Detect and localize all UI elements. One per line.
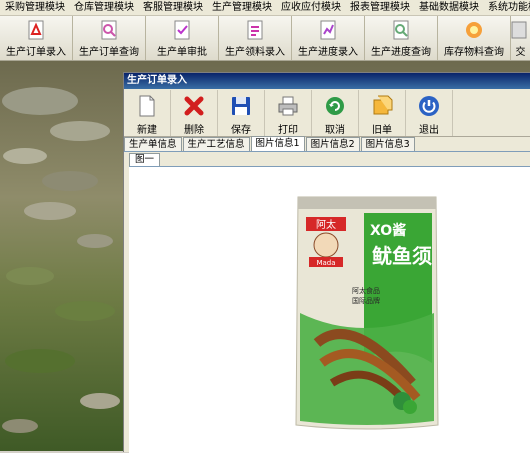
brand-name-en: Mada bbox=[316, 259, 335, 267]
tab-picture-3[interactable]: 图片信息3 bbox=[361, 137, 415, 151]
approve-doc-icon bbox=[171, 19, 193, 41]
floppy-disk-icon bbox=[229, 94, 253, 118]
pdf-doc-icon bbox=[25, 19, 47, 41]
product-side-text-1: 阿太食品 bbox=[352, 286, 380, 295]
menu-reports[interactable]: 报表管理模块 bbox=[345, 0, 414, 15]
doc-search-icon bbox=[98, 19, 120, 41]
material-requisition-button[interactable]: 生产领料录入 bbox=[219, 16, 292, 60]
stock-search-icon bbox=[463, 19, 485, 41]
menu-basic-data[interactable]: 基础数据模块 bbox=[414, 0, 483, 15]
subtab-picture-one[interactable]: 图一 bbox=[129, 153, 160, 166]
partial-icon bbox=[510, 19, 530, 41]
cancel-undo-icon bbox=[323, 94, 347, 118]
menu-customer-service[interactable]: 客服管理模块 bbox=[138, 0, 207, 15]
delete-x-icon bbox=[182, 94, 206, 118]
menu-purchase[interactable]: 采购管理模块 bbox=[0, 0, 69, 15]
progress-query-button[interactable]: 生产进度查询 bbox=[365, 16, 438, 60]
tab-process-info[interactable]: 生产工艺信息 bbox=[183, 137, 250, 151]
product-title-top: XO酱 bbox=[370, 222, 406, 239]
new-doc-icon bbox=[135, 94, 159, 118]
exit-button[interactable]: 退出 bbox=[406, 90, 453, 136]
picture-canvas: 阿太 Mada XO酱 鱿鱼须 阿太食品 国际品牌 bbox=[129, 166, 530, 453]
tab-strip: 生产单信息 生产工艺信息 图片信息1 图片信息2 图片信息3 bbox=[124, 137, 530, 152]
printer-icon bbox=[276, 94, 300, 118]
old-order-icon bbox=[370, 94, 394, 118]
window-title: 生产订单录入 bbox=[124, 73, 530, 89]
module-toolbar: 生产订单录入 生产订单查询 生产单审批 生产领料录入 生产进度录入 生产进度查询… bbox=[0, 16, 530, 61]
production-order-window: 生产订单录入 新建 删除 保存 打印 取消 旧单 退出 bbox=[123, 72, 530, 452]
production-order-entry-button[interactable]: 生产订单录入 bbox=[0, 16, 73, 60]
tab-picture-2[interactable]: 图片信息2 bbox=[306, 137, 360, 151]
cancel-button[interactable]: 取消 bbox=[312, 90, 359, 136]
main-menu-bar: 采购管理模块 仓库管理模块 客服管理模块 生产管理模块 应收应付模块 报表管理模… bbox=[0, 0, 530, 16]
delete-button[interactable]: 删除 bbox=[171, 90, 218, 136]
print-button[interactable]: 打印 bbox=[265, 90, 312, 136]
new-button[interactable]: 新建 bbox=[124, 90, 171, 136]
progress-doc-icon bbox=[317, 19, 339, 41]
menu-receivable-payable[interactable]: 应收应付模块 bbox=[276, 0, 345, 15]
save-button[interactable]: 保存 bbox=[218, 90, 265, 136]
product-side-text-2: 国际品牌 bbox=[352, 296, 380, 305]
brand-name: 阿太 bbox=[316, 218, 336, 231]
menu-warehouse[interactable]: 仓库管理模块 bbox=[69, 0, 138, 15]
production-order-query-button[interactable]: 生产订单查询 bbox=[73, 16, 146, 60]
product-photo: 阿太 Mada XO酱 鱿鱼须 阿太食品 国际品牌 bbox=[292, 193, 442, 433]
tab-picture-1[interactable]: 图片信息1 bbox=[251, 136, 305, 151]
stock-query-button[interactable]: 库存物料查询 bbox=[438, 16, 511, 60]
product-title-main: 鱿鱼须 bbox=[372, 244, 432, 268]
power-icon bbox=[417, 94, 441, 118]
production-approval-button[interactable]: 生产单审批 bbox=[146, 16, 219, 60]
partial-module-button[interactable]: 交 bbox=[511, 16, 530, 60]
material-doc-icon bbox=[244, 19, 266, 41]
progress-search-icon bbox=[390, 19, 412, 41]
window-toolbar: 新建 删除 保存 打印 取消 旧单 退出 bbox=[124, 90, 530, 137]
progress-entry-button[interactable]: 生产进度录入 bbox=[292, 16, 365, 60]
menu-system[interactable]: 系统功能模 bbox=[483, 0, 530, 15]
tab-order-info[interactable]: 生产单信息 bbox=[124, 137, 182, 151]
menu-production[interactable]: 生产管理模块 bbox=[207, 0, 276, 15]
old-order-button[interactable]: 旧单 bbox=[359, 90, 406, 136]
